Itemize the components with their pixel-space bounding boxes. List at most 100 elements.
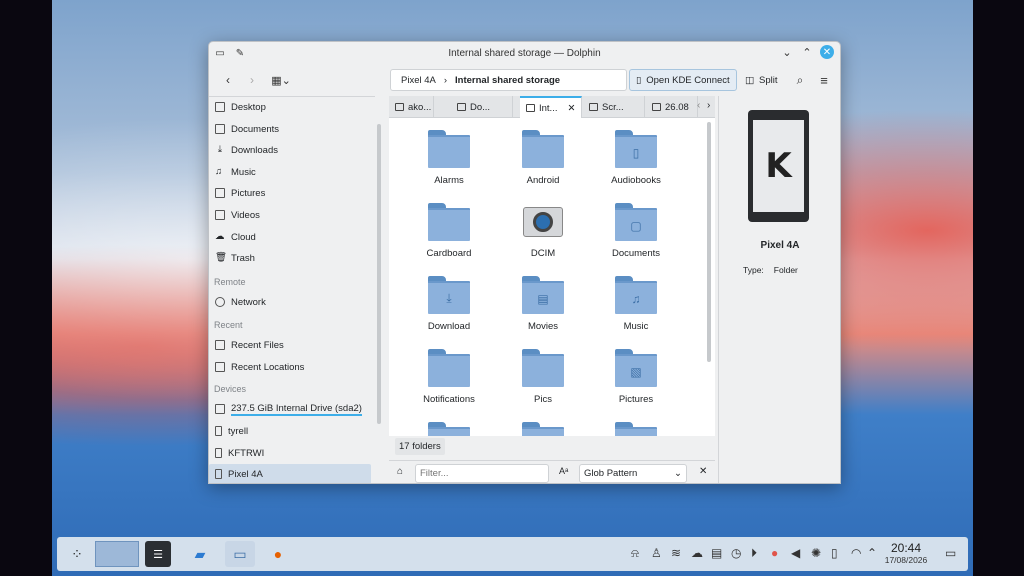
- system-settings-icon[interactable]: ☰: [145, 541, 171, 567]
- sidebar-item-pictures[interactable]: Pictures: [209, 183, 371, 203]
- wifi-icon[interactable]: ◠: [851, 546, 861, 560]
- sidebar-item-downloads[interactable]: ⤓ Downloads: [209, 140, 371, 160]
- show-desktop-icon[interactable]: ▭: [945, 546, 956, 560]
- sidebar-item-trash[interactable]: 🗑 Trash: [209, 248, 371, 268]
- scrollbar-thumb[interactable]: [707, 122, 711, 362]
- sidebar-item-music[interactable]: ♫ Music: [209, 162, 371, 182]
- dolphin-task-icon[interactable]: ▭: [225, 541, 255, 567]
- pager-desktop-1[interactable]: [95, 541, 139, 567]
- sidebar-item-network[interactable]: Network: [209, 292, 371, 312]
- pictures-folder-icon: ▧: [615, 349, 657, 387]
- pin-icon[interactable]: ✎: [233, 46, 247, 60]
- sidebar-item-tyrell[interactable]: tyrell: [209, 421, 371, 441]
- case-sensitive-icon[interactable]: Aᵃ: [559, 466, 568, 476]
- folder-icon: [589, 103, 598, 111]
- view-mode-icon[interactable]: ▦⌄: [267, 70, 295, 90]
- brightness-icon[interactable]: ✺: [811, 546, 821, 560]
- list-item[interactable]: ♫ Music: [593, 276, 679, 332]
- close-icon[interactable]: ✕: [820, 45, 834, 59]
- file-label: Movies: [527, 321, 559, 332]
- sidebar-item-desktop[interactable]: Desktop: [209, 97, 371, 117]
- maximize-icon[interactable]: ⌃: [800, 45, 814, 59]
- firefox-icon[interactable]: ●: [265, 541, 291, 567]
- list-item[interactable]: ▤ Movies: [500, 276, 586, 332]
- tab-5[interactable]: 26.08: [646, 96, 698, 118]
- list-item[interactable]: ▢ Documents: [593, 203, 679, 259]
- app-launcher-icon[interactable]: ⁘: [67, 541, 87, 567]
- cloud-sync-icon[interactable]: ☁: [691, 546, 703, 560]
- breadcrumb-parent[interactable]: Pixel 4A: [401, 75, 436, 86]
- search-icon[interactable]: ⌕: [792, 70, 808, 90]
- hamburger-menu-icon[interactable]: ≡: [816, 70, 832, 90]
- list-item[interactable]: [593, 422, 679, 436]
- folder-icon: [428, 130, 470, 168]
- sidebar-item-recent-files[interactable]: Recent Files: [209, 335, 371, 355]
- window-title: Internal shared storage — Dolphin: [448, 47, 601, 59]
- list-item[interactable]: [500, 422, 586, 436]
- tab-3[interactable]: Int... ✕: [520, 96, 582, 118]
- movies-folder-icon: ▤: [522, 276, 564, 314]
- filter-bar: ⌂ Aᵃ Glob Pattern ⌄ ✕: [389, 460, 715, 483]
- sidebar-item-recent-locations[interactable]: Recent Locations: [209, 357, 371, 377]
- clipboard-icon[interactable]: ▤: [711, 546, 722, 560]
- tab-scroll-right-icon[interactable]: ›: [707, 100, 710, 111]
- back-icon[interactable]: ‹: [219, 70, 237, 90]
- recent-locations-icon: [215, 362, 225, 372]
- tab-label: Int...: [539, 102, 558, 114]
- sidebar-item-cloud[interactable]: ☁ Cloud: [209, 227, 371, 247]
- user-icon[interactable]: ♙: [651, 546, 662, 560]
- list-item[interactable]: Cardboard: [406, 203, 492, 259]
- glob-pattern-select[interactable]: Glob Pattern ⌄: [579, 464, 687, 483]
- list-item[interactable]: DCIM: [500, 203, 586, 259]
- section-remote: Remote: [214, 277, 246, 287]
- lock-icon[interactable]: ⌂: [397, 466, 403, 477]
- forward-icon[interactable]: ›: [243, 70, 261, 90]
- open-kdeconnect-button[interactable]: ▯ Open KDE Connect: [629, 69, 737, 91]
- filter-input[interactable]: [415, 464, 549, 483]
- window-titlebar[interactable]: ▭ ✎ Internal shared storage — Dolphin ⌄ …: [209, 42, 840, 64]
- list-item[interactable]: Alarms: [406, 130, 492, 186]
- sidebar-item-documents[interactable]: Documents: [209, 119, 371, 139]
- tab-scroll-left-icon[interactable]: ‹: [697, 100, 700, 111]
- clock[interactable]: 20:44 17/08/2026: [876, 541, 936, 565]
- tab-4[interactable]: Scr...: [583, 96, 645, 118]
- dolphin-window: ▭ ✎ Internal shared storage — Dolphin ⌄ …: [208, 41, 841, 484]
- sidebar-item-kftrwi[interactable]: KFTRWI: [209, 443, 371, 463]
- list-item[interactable]: ⤓ Download: [406, 276, 492, 332]
- notifications-icon[interactable]: ⍾: [631, 546, 639, 561]
- kdeconnect-tray-icon[interactable]: ▯: [831, 546, 838, 560]
- sidebar-item-label: Recent Files: [231, 339, 284, 351]
- split-button[interactable]: ◫ Split: [745, 69, 777, 91]
- list-item[interactable]: ▧ Pictures: [593, 349, 679, 405]
- discover-icon[interactable]: ▰: [187, 541, 213, 567]
- list-item[interactable]: [406, 422, 492, 436]
- minimize-icon[interactable]: ⌄: [780, 45, 794, 59]
- tab-2[interactable]: Do...: [451, 96, 513, 118]
- media-play-icon[interactable]: ⏵: [751, 546, 757, 561]
- file-view-scrollbar[interactable]: [703, 118, 715, 436]
- app-icon[interactable]: ▭: [213, 46, 227, 60]
- file-label: DCIM: [530, 248, 556, 259]
- breadcrumb[interactable]: Pixel 4A › Internal shared storage: [390, 69, 627, 91]
- sidebar-item-videos[interactable]: Videos: [209, 205, 371, 225]
- documents-folder-icon: ▢: [615, 203, 657, 241]
- sidebar-item-pixel-4a[interactable]: Pixel 4A: [209, 464, 371, 483]
- record-icon[interactable]: ●: [771, 546, 778, 560]
- list-item[interactable]: Android: [500, 130, 586, 186]
- folder-icon: [457, 103, 466, 111]
- close-tab-icon[interactable]: ✕: [567, 103, 575, 114]
- info-type-value: Folder: [773, 265, 798, 275]
- sidebar-item-internal-drive[interactable]: 237.5 GiB Internal Drive (sda2): [209, 399, 371, 419]
- tab-1[interactable]: ako...: [389, 96, 434, 118]
- history-icon[interactable]: ◷: [731, 546, 741, 560]
- close-filter-icon[interactable]: ✕: [699, 466, 707, 477]
- volume-icon[interactable]: ◀: [791, 546, 800, 560]
- sidebar-scrollbar[interactable]: [377, 124, 381, 424]
- list-item[interactable]: Notifications: [406, 349, 492, 405]
- weather-icon[interactable]: ≋: [671, 546, 681, 560]
- list-item[interactable]: ▯ Audiobooks: [593, 130, 679, 186]
- breadcrumb-current[interactable]: Internal shared storage: [455, 75, 560, 86]
- info-name: Pixel 4A: [760, 240, 800, 251]
- list-item[interactable]: Pics: [500, 349, 586, 405]
- kde-logo-icon: K: [765, 146, 792, 186]
